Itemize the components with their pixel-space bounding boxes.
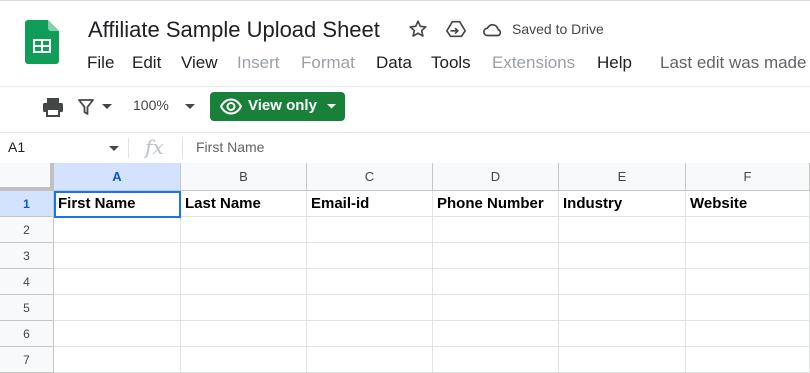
- cell-e7[interactable]: [559, 347, 686, 373]
- cell-f4[interactable]: [686, 269, 810, 295]
- menu-insert: Insert: [237, 53, 280, 72]
- menu-data[interactable]: Data: [376, 53, 412, 73]
- cell-a2[interactable]: [54, 217, 181, 243]
- cell-d1[interactable]: Phone Number: [433, 191, 559, 217]
- column-header-f[interactable]: F: [686, 163, 810, 191]
- star-icon[interactable]: [407, 18, 429, 40]
- cell-f2[interactable]: [686, 217, 810, 243]
- cell-c1[interactable]: Email-id: [307, 191, 433, 217]
- move-to-drive-icon[interactable]: [445, 18, 467, 40]
- cell-c6[interactable]: [307, 321, 433, 347]
- menu-format: Format: [301, 53, 355, 72]
- save-status: Saved to Drive: [512, 21, 604, 37]
- row-header-3[interactable]: 3: [0, 243, 54, 269]
- row-header-1[interactable]: 1: [0, 191, 54, 217]
- menu-tools[interactable]: Tools: [431, 53, 471, 73]
- cell-d6[interactable]: [433, 321, 559, 347]
- formula-input[interactable]: First Name: [196, 139, 264, 155]
- filter-dropdown-caret-icon[interactable]: [102, 104, 112, 110]
- select-all-corner[interactable]: [0, 163, 54, 191]
- cell-e2[interactable]: [559, 217, 686, 243]
- cell-b3[interactable]: [181, 243, 307, 269]
- cell-e3[interactable]: [559, 243, 686, 269]
- cell-c3[interactable]: [307, 243, 433, 269]
- menu-extensions: Extensions: [492, 53, 576, 72]
- cell-c4[interactable]: [307, 269, 433, 295]
- cell-b4[interactable]: [181, 269, 307, 295]
- cell-b5[interactable]: [181, 295, 307, 321]
- cell-a6[interactable]: [54, 321, 181, 347]
- fx-icon: fx: [145, 135, 164, 159]
- menu-help[interactable]: Help: [597, 53, 632, 73]
- cell-f5[interactable]: [686, 295, 810, 321]
- window-top-border: [0, 0, 810, 1]
- cell-e4[interactable]: [559, 269, 686, 295]
- column-header-c[interactable]: C: [307, 163, 433, 191]
- cell-f1[interactable]: Website: [686, 191, 810, 217]
- cell-d5[interactable]: [433, 295, 559, 321]
- cell-b2[interactable]: [181, 217, 307, 243]
- cell-e1[interactable]: Industry: [559, 191, 686, 217]
- sheets-logo-icon[interactable]: [25, 20, 59, 64]
- cloud-saved-icon[interactable]: [482, 20, 504, 40]
- cell-a7[interactable]: [54, 347, 181, 373]
- name-box-divider: [128, 138, 129, 158]
- name-box-caret-icon[interactable]: [109, 146, 119, 151]
- cell-b1[interactable]: Last Name: [181, 191, 307, 217]
- row-header-7[interactable]: 7: [0, 347, 54, 373]
- cell-d4[interactable]: [433, 269, 559, 295]
- filter-icon[interactable]: [78, 98, 94, 116]
- cell-e6[interactable]: [559, 321, 686, 347]
- name-box[interactable]: A1: [8, 139, 25, 155]
- column-header-b[interactable]: B: [181, 163, 307, 191]
- row-header-2[interactable]: 2: [0, 217, 54, 243]
- column-header-e[interactable]: E: [559, 163, 686, 191]
- column-header-a[interactable]: A: [54, 163, 181, 191]
- document-title[interactable]: Affiliate Sample Upload Sheet: [88, 17, 380, 43]
- view-only-caret-icon: [327, 104, 336, 109]
- row-header-5[interactable]: 5: [0, 295, 54, 321]
- cell-d3[interactable]: [433, 243, 559, 269]
- print-icon[interactable]: [42, 97, 64, 117]
- cell-a5[interactable]: [54, 295, 181, 321]
- cell-e5[interactable]: [559, 295, 686, 321]
- cell-f6[interactable]: [686, 321, 810, 347]
- zoom-dropdown-caret-icon[interactable]: [185, 104, 195, 110]
- cell-c7[interactable]: [307, 347, 433, 373]
- menu-edit[interactable]: Edit: [132, 53, 161, 73]
- eye-icon: [220, 98, 242, 115]
- row-header-6[interactable]: 6: [0, 321, 54, 347]
- cell-f3[interactable]: [686, 243, 810, 269]
- view-only-label: View only: [248, 97, 317, 114]
- view-only-button[interactable]: View only: [210, 92, 345, 121]
- cell-b7[interactable]: [181, 347, 307, 373]
- last-edit-link[interactable]: Last edit was made: [660, 53, 806, 73]
- menu-view[interactable]: View: [181, 53, 218, 73]
- cell-a1[interactable]: First Name: [54, 191, 181, 217]
- cell-a4[interactable]: [54, 269, 181, 295]
- toolbar-divider: [0, 86, 810, 87]
- cell-c2[interactable]: [307, 217, 433, 243]
- cell-d2[interactable]: [433, 217, 559, 243]
- formula-divider: [182, 138, 183, 158]
- cell-d7[interactable]: [433, 347, 559, 373]
- menu-file[interactable]: File: [87, 53, 114, 73]
- column-header-d[interactable]: D: [433, 163, 559, 191]
- cell-b6[interactable]: [181, 321, 307, 347]
- formula-bar: A1 fx First Name: [0, 132, 810, 164]
- cell-a3[interactable]: [54, 243, 181, 269]
- cell-f7[interactable]: [686, 347, 810, 373]
- cell-c5[interactable]: [307, 295, 433, 321]
- row-header-4[interactable]: 4: [0, 269, 54, 295]
- zoom-select[interactable]: 100%: [133, 97, 169, 113]
